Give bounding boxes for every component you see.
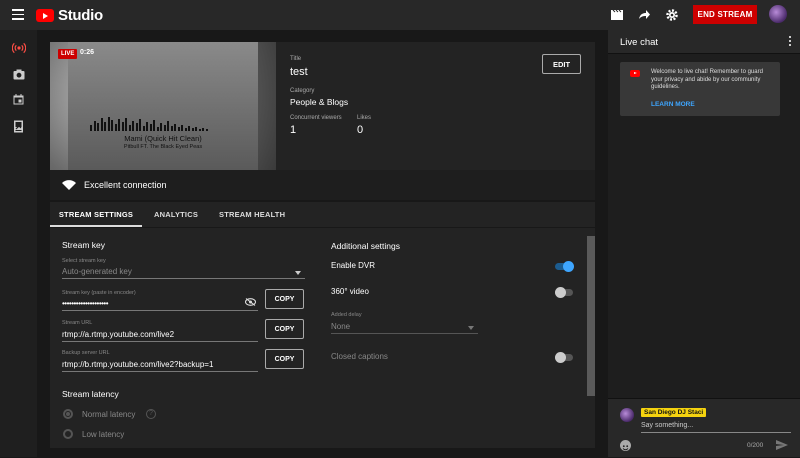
copy-url-button[interactable]: COPY bbox=[265, 319, 304, 339]
likes-label: Likes bbox=[357, 115, 372, 121]
viewers-count: 1 bbox=[290, 124, 297, 136]
latency-heading: Stream latency bbox=[62, 389, 119, 399]
menu-icon[interactable] bbox=[12, 9, 24, 20]
video-preview[interactable]: Mami (Quick Hit Clean) Pitbull FT. The B… bbox=[50, 42, 276, 170]
end-stream-button[interactable]: END STREAM bbox=[693, 5, 757, 24]
nav-live-stream[interactable] bbox=[0, 36, 37, 60]
help-icon[interactable]: ? bbox=[146, 409, 156, 419]
more-options-icon[interactable] bbox=[789, 36, 792, 48]
chat-message-input[interactable]: Say something... bbox=[641, 422, 693, 429]
live-elapsed-time: 0:26 bbox=[80, 49, 95, 56]
viewers-label: Concurrent viewers bbox=[290, 115, 342, 121]
song-artist: Pitbull FT. The Black Eyed Peas bbox=[123, 144, 203, 150]
audio-visualizer bbox=[90, 117, 209, 131]
chat-user-name: San Diego DJ Staci bbox=[641, 408, 707, 417]
additional-settings-heading: Additional settings bbox=[331, 241, 400, 251]
top-bar: Studio END STREAM bbox=[0, 0, 800, 30]
video360-label: 360° video bbox=[331, 287, 369, 296]
live-chat-panel: Live chat Welcome to live chat! Remember… bbox=[608, 30, 800, 457]
stream-key-field[interactable]: •••••••••••••••••••• bbox=[62, 299, 109, 308]
visibility-off-icon[interactable] bbox=[245, 298, 256, 306]
backup-field-label: Backup server URL bbox=[62, 350, 110, 356]
chat-title: Live chat bbox=[620, 37, 659, 48]
tab-analytics[interactable]: ANALYTICS bbox=[154, 202, 198, 227]
delay-select[interactable]: None bbox=[331, 322, 350, 331]
chat-avatar bbox=[620, 408, 634, 422]
learn-more-link[interactable]: LEARN MORE bbox=[651, 101, 695, 108]
stream-preview-card: Mami (Quick Hit Clean) Pitbull FT. The B… bbox=[50, 42, 595, 200]
key-underline bbox=[62, 310, 258, 311]
nav-webcam[interactable] bbox=[0, 62, 37, 86]
studio-logo[interactable]: Studio bbox=[36, 7, 103, 24]
stream-settings-panel: Stream key Select stream key Auto-genera… bbox=[50, 228, 595, 448]
clapperboard-icon[interactable] bbox=[610, 8, 624, 22]
normal-latency-radio[interactable] bbox=[63, 409, 73, 419]
chevron-down-icon[interactable] bbox=[295, 271, 301, 275]
main-content: Mami (Quick Hit Clean) Pitbull FT. The B… bbox=[37, 30, 608, 457]
nav-manage[interactable] bbox=[0, 114, 37, 138]
category-label: Category bbox=[290, 88, 315, 94]
broadcast-icon bbox=[11, 42, 26, 54]
nav-schedule[interactable] bbox=[0, 87, 37, 111]
welcome-text: Welcome to live chat! Remember to guard … bbox=[651, 69, 763, 90]
stream-key-heading: Stream key bbox=[62, 240, 105, 250]
connection-status: Excellent connection bbox=[50, 170, 595, 200]
title-label: Title bbox=[290, 56, 302, 62]
share-icon[interactable] bbox=[637, 8, 651, 22]
clip-document-icon bbox=[14, 120, 23, 132]
wifi-icon bbox=[62, 180, 76, 190]
captions-label: Closed captions bbox=[331, 352, 388, 361]
gear-icon[interactable] bbox=[665, 8, 679, 22]
backup-underline bbox=[62, 371, 258, 372]
delay-underline bbox=[331, 333, 478, 334]
dvr-label: Enable DVR bbox=[331, 261, 376, 270]
key-field-label: Stream key (paste in encoder) bbox=[62, 290, 136, 296]
select-key-label: Select stream key bbox=[62, 258, 106, 264]
url-underline bbox=[62, 341, 258, 342]
chat-welcome-banner: Welcome to live chat! Remember to guard … bbox=[620, 62, 780, 116]
emoji-icon[interactable] bbox=[620, 440, 631, 451]
edit-button[interactable]: EDIT bbox=[542, 54, 581, 74]
copy-backup-button[interactable]: COPY bbox=[265, 349, 304, 369]
likes-count: 0 bbox=[357, 124, 364, 136]
tab-stream-health[interactable]: STREAM HEALTH bbox=[219, 202, 285, 227]
backup-url-field[interactable]: rtmp://b.rtmp.youtube.com/live2?backup=1 bbox=[62, 360, 213, 369]
normal-latency-label: Normal latency bbox=[82, 410, 136, 419]
connection-text: Excellent connection bbox=[84, 180, 167, 190]
copy-key-button[interactable]: COPY bbox=[265, 289, 304, 309]
delay-chevron-down-icon[interactable] bbox=[468, 326, 474, 330]
chat-input-underline bbox=[641, 432, 791, 433]
stream-title: test bbox=[290, 66, 308, 78]
calendar-icon bbox=[13, 93, 24, 104]
select-key-value[interactable]: Auto-generated key bbox=[62, 267, 132, 276]
select-key-underline bbox=[62, 278, 305, 279]
stream-category: People & Blogs bbox=[290, 97, 349, 107]
url-field-label: Stream URL bbox=[62, 320, 93, 326]
video-frame bbox=[68, 42, 258, 170]
chat-composer: San Diego DJ Staci Say something... 0/20… bbox=[608, 398, 800, 457]
camera-icon bbox=[13, 69, 24, 79]
dvr-toggle[interactable] bbox=[555, 261, 574, 272]
send-icon[interactable] bbox=[776, 440, 788, 450]
chat-header: Live chat bbox=[608, 30, 800, 54]
app-name: Studio bbox=[58, 7, 103, 24]
account-avatar[interactable] bbox=[769, 5, 787, 23]
song-title: Mami (Quick Hit Clean) bbox=[124, 134, 202, 143]
tab-stream-settings[interactable]: STREAM SETTINGS bbox=[50, 202, 142, 227]
character-counter: 0/200 bbox=[747, 442, 764, 449]
video360-toggle[interactable] bbox=[555, 287, 573, 298]
youtube-logo-icon bbox=[630, 70, 640, 77]
youtube-logo-icon bbox=[36, 9, 54, 22]
panel-scrollbar[interactable] bbox=[587, 236, 595, 396]
left-navigation bbox=[0, 30, 37, 457]
live-badge: LIVE bbox=[58, 49, 78, 59]
low-latency-label: Low latency bbox=[82, 430, 125, 439]
delay-label: Added delay bbox=[331, 312, 362, 318]
low-latency-radio[interactable] bbox=[63, 429, 73, 439]
captions-toggle[interactable] bbox=[555, 352, 573, 363]
settings-tabs: STREAM SETTINGS ANALYTICS STREAM HEALTH bbox=[50, 202, 595, 227]
stream-url-field[interactable]: rtmp://a.rtmp.youtube.com/live2 bbox=[62, 330, 174, 339]
